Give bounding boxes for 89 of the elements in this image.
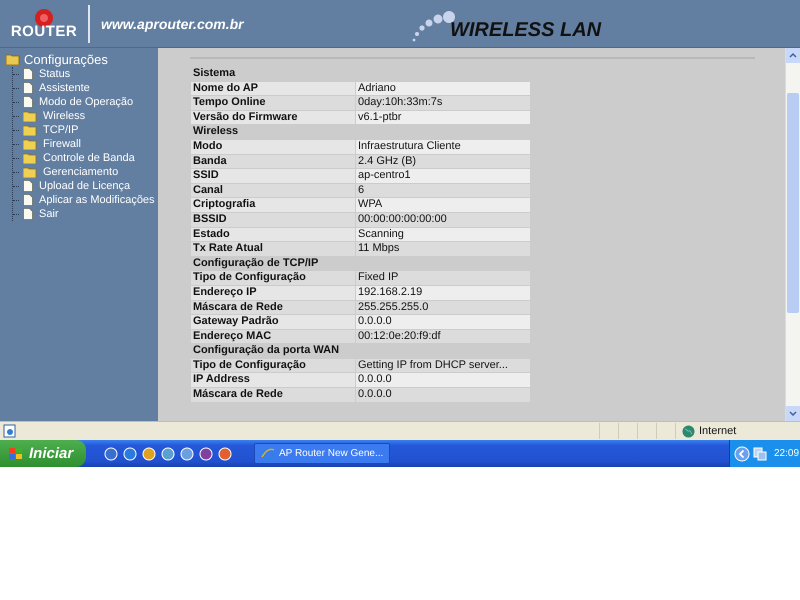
field-label: Tipo de Configuração (191, 271, 355, 285)
field-label: SSID (191, 169, 355, 183)
network-icon[interactable] (753, 446, 767, 460)
field-value: 2.4 GHz (B) (356, 154, 530, 168)
field-value: 0.0.0.0 (356, 373, 530, 388)
section-heading: Sistema (192, 67, 236, 81)
banner-title: WIRELESS LAN (450, 18, 602, 42)
app-icon[interactable] (142, 446, 156, 460)
section-heading: Wireless (192, 125, 240, 139)
app-icon[interactable] (218, 446, 232, 460)
field-value: 192.168.2.19 (356, 286, 530, 300)
field-label: Estado (191, 228, 355, 242)
field-value: 0.0.0.0 (356, 315, 530, 329)
chevron-icon[interactable] (734, 446, 750, 462)
start-button[interactable]: Iniciar (0, 440, 86, 467)
app-icon[interactable] (180, 446, 194, 460)
scroll-up-icon[interactable] (786, 48, 800, 63)
page-icon (3, 424, 17, 438)
folder-icon (23, 110, 37, 122)
folder-icon (23, 166, 37, 178)
field-value: v6.1-ptbr (356, 110, 530, 124)
folder-icon (23, 152, 37, 164)
tree-item[interactable]: Modo de Operação (39, 96, 134, 108)
browser-icon (261, 446, 275, 460)
app-icon[interactable] (123, 446, 137, 460)
tree-root[interactable]: Configurações (24, 52, 108, 67)
folder-icon (23, 138, 37, 150)
field-value: ap-centro1 (356, 169, 530, 183)
folder-icon (23, 124, 37, 136)
document-icon (23, 180, 33, 192)
field-label: Gateway Padrão (191, 315, 355, 329)
document-icon (23, 96, 33, 108)
field-value: WPA (356, 198, 530, 212)
clock: 22:09 (774, 448, 800, 459)
field-value: 00:12:0e:20:f9:df (356, 330, 530, 344)
app-icon[interactable] (199, 446, 213, 460)
scrollbar-thumb[interactable] (787, 93, 799, 313)
tree-item[interactable]: Controle de Banda (43, 152, 135, 164)
field-value: 0.0.0.0 (356, 388, 530, 402)
tree-item[interactable]: Status (39, 68, 70, 80)
field-label: Modo (191, 140, 355, 154)
field-label: Tempo Online (191, 96, 355, 110)
field-label: Tx Rate Atual (191, 242, 355, 256)
field-value: Scanning (356, 228, 530, 242)
document-icon (23, 68, 33, 80)
logo-text: ROUTER (10, 23, 78, 40)
tree-item[interactable]: Assistente (39, 82, 90, 94)
tree-item[interactable]: Firewall (43, 138, 81, 150)
field-label: Máscara de Rede (191, 388, 355, 402)
field-value: Fixed IP (356, 271, 530, 285)
scroll-down-icon[interactable] (786, 406, 800, 421)
field-label: Banda (191, 154, 355, 168)
field-value: 11 Mbps (356, 242, 530, 256)
field-value: 00:00:00:00:00:00 (356, 212, 530, 227)
section-heading: Configuração de TCP/IP (192, 256, 320, 270)
folder-icon (6, 54, 20, 65)
field-value: Adriano (356, 82, 530, 96)
field-label: Nome do AP (191, 82, 355, 96)
field-label: Máscara de Rede (191, 300, 355, 314)
windows-logo-icon (8, 446, 24, 460)
field-value: 0day:10h:33m:7s (356, 96, 530, 110)
site-url: www.aprouter.com.br (101, 16, 246, 32)
field-label: Endereço MAC (191, 330, 355, 344)
field-label: IP Address (191, 373, 355, 388)
field-label: BSSID (191, 212, 355, 227)
tree-item[interactable]: TCP/IP (43, 124, 78, 136)
field-value: 6 (356, 184, 530, 198)
field-value: Getting IP from DHCP server... (356, 358, 530, 372)
field-label: Canal (191, 184, 355, 198)
field-value: Infraestrutura Cliente (356, 140, 530, 154)
security-zone: Internet (699, 425, 736, 437)
tree-item[interactable]: Aplicar as Modificações (39, 194, 155, 206)
field-label: Criptografia (191, 198, 355, 212)
field-label: Endereço IP (191, 286, 355, 300)
document-icon (23, 82, 33, 94)
section-heading: Configuração da porta WAN (192, 344, 340, 358)
document-icon (23, 208, 33, 220)
field-label: Tipo de Configuração (191, 358, 355, 372)
globe-icon (682, 424, 695, 438)
tree-item[interactable]: Wireless (43, 110, 86, 122)
field-label: Versão do Firmware (191, 110, 355, 124)
tree-item[interactable]: Upload de Licença (39, 180, 130, 192)
app-icon[interactable] (104, 446, 118, 460)
tree-item[interactable]: Gerenciamento (43, 166, 118, 178)
taskbar-window-button[interactable]: AP Router New Gene... (254, 443, 390, 464)
tree-item[interactable]: Sair (39, 208, 59, 220)
document-icon (23, 194, 33, 206)
field-value: 255.255.255.0 (356, 300, 530, 314)
app-icon[interactable] (161, 446, 175, 460)
